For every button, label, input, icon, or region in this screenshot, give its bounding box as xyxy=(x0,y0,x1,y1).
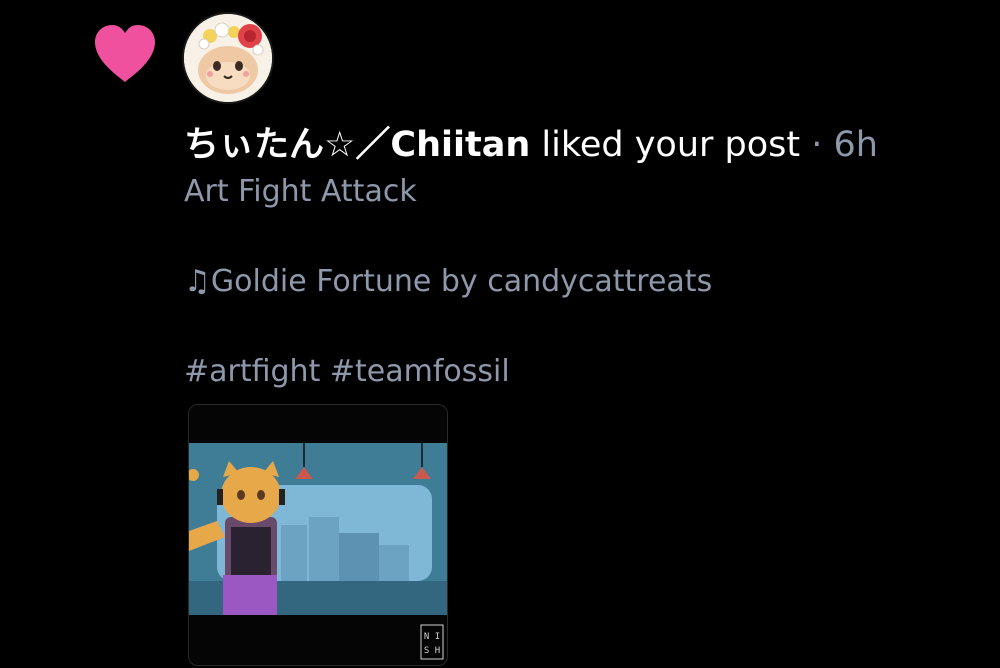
watermark-line-2: S H xyxy=(424,646,440,656)
post-image-thumbnail[interactable]: N I S H xyxy=(188,404,448,666)
avatar[interactable] xyxy=(184,14,272,102)
post-song-credit: ♫Goldie Fortune by candycattreats xyxy=(184,264,713,299)
heart-icon xyxy=(95,25,155,82)
avatar-image xyxy=(184,14,272,102)
user-name-link[interactable]: ちぃたん☆／Chiitan xyxy=(184,125,530,165)
post-title: Art Fight Attack xyxy=(184,174,417,209)
separator-dot: · xyxy=(800,125,834,165)
artwork-illustration: N I S H xyxy=(189,405,447,665)
notification-headline: ちぃたん☆／Chiitan liked your post · 6h xyxy=(184,122,984,168)
post-hashtags[interactable]: #artfight #teamfossil xyxy=(184,352,510,392)
like-notification[interactable]: ちぃたん☆／Chiitan liked your post · 6h Art F… xyxy=(0,0,1000,668)
watermark-line-1: N I xyxy=(424,632,440,642)
timestamp: 6h xyxy=(833,125,878,165)
notification-action: liked your post xyxy=(530,125,801,165)
